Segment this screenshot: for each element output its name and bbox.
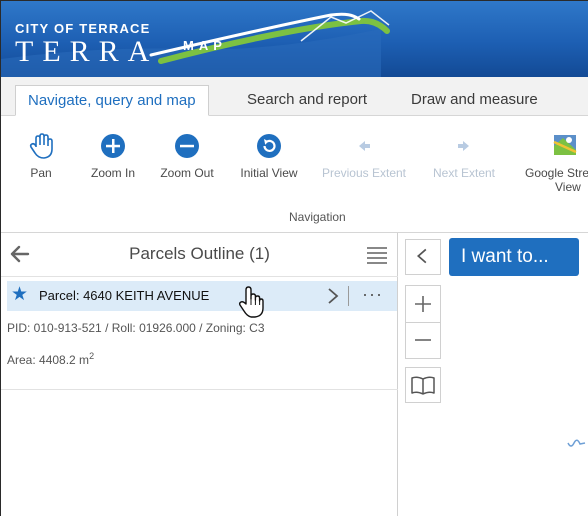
list-menu-icon[interactable] — [367, 246, 387, 264]
map-zoom-out-icon[interactable] — [406, 323, 440, 359]
bookmarks-button[interactable] — [405, 367, 441, 403]
zoom-out-button[interactable]: Zoom Out — [157, 132, 217, 180]
star-icon[interactable]: ★ — [11, 285, 28, 305]
results-divider — [1, 389, 398, 390]
more-options-icon[interactable]: ··· — [362, 284, 383, 305]
results-panel-header: Parcels Outline (1) — [1, 233, 398, 277]
parcel-area-line: Area: 4408.2 m2 — [7, 351, 94, 367]
collapse-panel-button[interactable] — [405, 239, 441, 275]
previous-extent-label: Previous Extent — [321, 166, 407, 180]
previous-extent-button[interactable]: Previous Extent — [319, 132, 409, 180]
zoom-in-icon — [101, 134, 125, 158]
street-view-label: Google Stre — [525, 166, 588, 180]
i-want-to-button[interactable]: I want to... — [449, 238, 579, 276]
chevron-right-icon[interactable] — [325, 286, 341, 306]
parcel-result-item[interactable]: ★ Parcel: 4640 KEITH AVENUE ··· — [7, 281, 397, 311]
chevron-left-icon — [416, 248, 427, 264]
map-feature-fragment — [567, 439, 586, 447]
area-unit-superscript: 2 — [89, 351, 95, 361]
results-panel-title: Parcels Outline (1) — [129, 244, 270, 263]
tab-search-report[interactable]: Search and report — [235, 85, 379, 116]
parcel-area-text: Area: 4408.2 m — [7, 353, 90, 367]
hand-pan-icon — [29, 133, 53, 159]
initial-view-button[interactable]: Initial View — [237, 132, 301, 180]
arrow-right-icon — [458, 141, 469, 151]
city-of-terrace-text: CITY OF TERRACE — [15, 21, 151, 36]
next-extent-label: Next Extent — [432, 166, 496, 180]
zoom-out-icon — [175, 134, 199, 158]
header-banner: CITY OF TERRACE TERRA MAP — [1, 1, 588, 77]
zoom-out-label: Zoom Out — [160, 166, 214, 180]
results-panel: Parcels Outline (1) ★ Parcel: 4640 KEITH… — [1, 233, 398, 516]
terramap-app: CITY OF TERRACE TERRA MAP Navigate, quer… — [0, 0, 588, 516]
map-zoom-in-icon[interactable] — [406, 286, 440, 322]
tab-draw-measure[interactable]: Draw and measure — [399, 85, 550, 116]
ribbon-tabs: Navigate, query and map Search and repor… — [1, 77, 588, 116]
map-view[interactable]: I want to... — [399, 233, 588, 516]
zoom-in-button[interactable]: Zoom In — [87, 132, 139, 180]
navigation-group-label: Navigation — [289, 210, 346, 224]
street-view-icon — [553, 135, 577, 155]
parcel-result-title[interactable]: Parcel: 4640 KEITH AVENUE — [39, 288, 209, 303]
zoom-in-label: Zoom In — [90, 166, 135, 180]
map-logo-text: MAP — [183, 38, 227, 53]
tab-navigate-query-map[interactable]: Navigate, query and map — [15, 85, 209, 116]
arrow-left-icon — [359, 141, 370, 151]
row-separator — [348, 286, 349, 306]
pan-label: Pan — [30, 166, 52, 180]
google-street-view-button[interactable]: Google Stre View — [525, 132, 588, 194]
book-icon — [411, 376, 435, 395]
navigation-ribbon: Pan Zoom In Zoom Out Initial View Previo… — [1, 116, 588, 233]
map-zoom-controls — [405, 285, 441, 359]
initial-view-icon — [257, 134, 281, 158]
parcel-pid-line: PID: 010-913-521 / Roll: 01926.000 / Zon… — [7, 321, 265, 335]
initial-view-label: Initial View — [240, 166, 298, 180]
pan-button[interactable]: Pan — [21, 132, 61, 180]
street-view-label-2: View — [555, 180, 581, 194]
next-extent-button[interactable]: Next Extent — [429, 132, 499, 180]
hand-cursor-icon — [238, 286, 264, 318]
terra-logo-text: TERRA — [15, 35, 159, 68]
